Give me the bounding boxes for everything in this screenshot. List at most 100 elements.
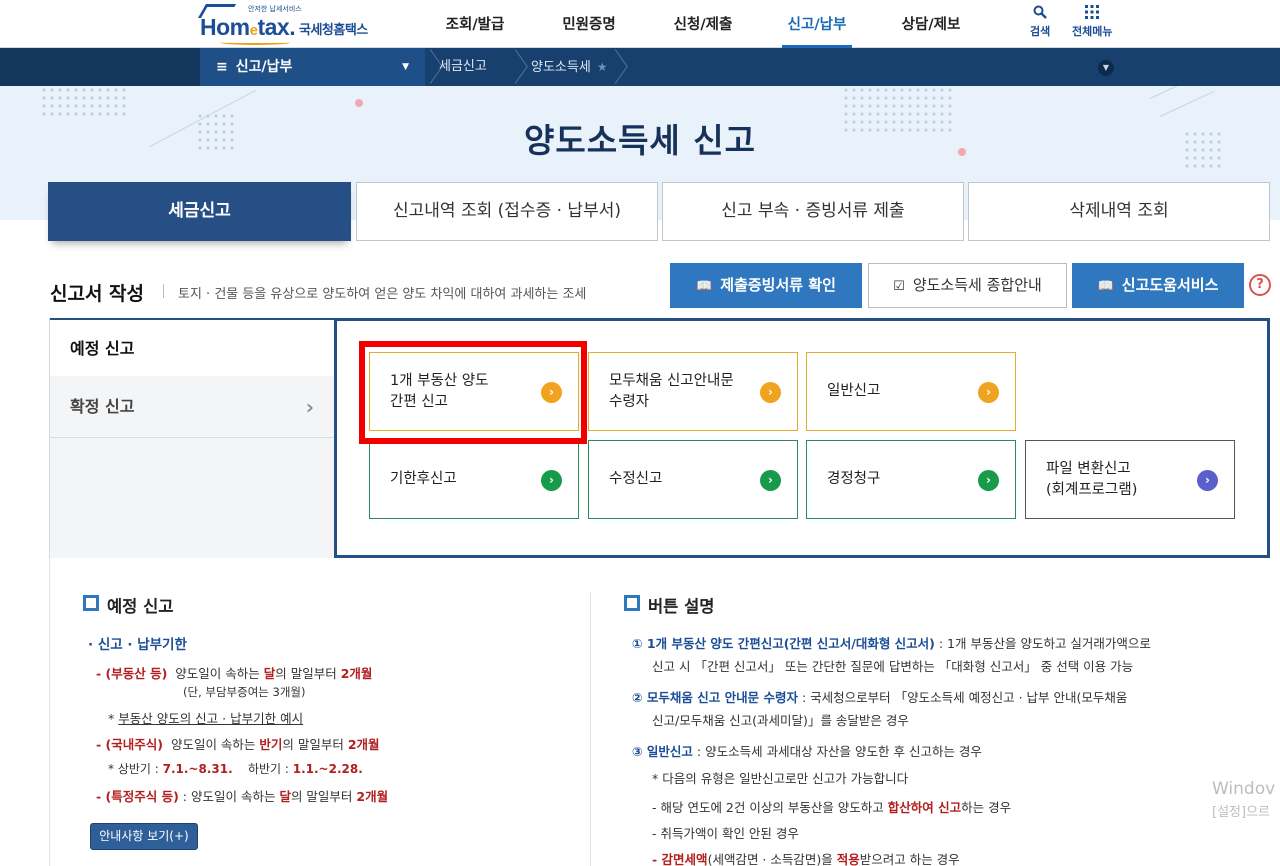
desc-text: - 해당 연도에 2건 이상의 부동산을 양도하고 — [652, 800, 888, 815]
breadcrumb-tax-filing[interactable]: 세금신고 — [439, 48, 487, 86]
desc-simple-filing: ① 1개 부동산 양도 간편신고(간편 신고서/대화형 신고서) : 1개 부동… — [632, 633, 1151, 652]
location-bar: ≡신고/납부 ▼ 세금신고 양도소득세★ ▼ — [0, 48, 1280, 86]
help-service-label: 신고도움서비스 — [1122, 276, 1219, 294]
desc-head: ③ 일반신고 — [632, 744, 693, 759]
tab-attachments[interactable]: 신고 부속 · 증빙서류 제출 — [662, 182, 964, 241]
first-half-value: 7.1.~8.31. — [163, 762, 233, 776]
real-estate-label: (부동산 등) — [106, 666, 168, 681]
main-navigation: 조회/발급 민원증명 신청/제출 신고/납부 상담/제보 — [418, 0, 988, 48]
option-label: 경정청구 — [827, 471, 880, 487]
desc-general-item2: - 취득가액이 확인 안된 경우 — [652, 823, 799, 842]
gnb-item-consultation[interactable]: 상담/제보 — [874, 0, 988, 48]
half-year-periods: * 상반기 : 7.1.~8.31. 하반기 : 1.1.~2.28. — [108, 760, 363, 777]
option-late-filing[interactable]: 기한후신고 › — [369, 440, 579, 519]
desc-dash: - — [652, 852, 662, 866]
option-label: 모두채움 신고안내문 — [609, 373, 734, 389]
left-tab-final-label: 확정 신고 — [70, 397, 134, 416]
chevron-down-icon[interactable]: ▼ — [1098, 60, 1114, 76]
logo-part-hom: Hom — [200, 14, 250, 40]
gnb-item-filing-payment[interactable]: 신고/납부 — [760, 0, 874, 48]
arrow-right-icon: › — [978, 470, 999, 491]
help-service-button[interactable]: 📖 신고도움서비스 — [1072, 263, 1244, 308]
option-file-conversion[interactable]: 파일 변환신고(회계프로그램) › — [1025, 440, 1235, 519]
all-menu-button[interactable]: 전체메뉴 — [1072, 5, 1112, 39]
breadcrumb-separator — [605, 48, 619, 86]
arrow-right-icon: › — [1197, 470, 1218, 491]
deadline-heading-text: 신고 · 납부기한 — [98, 637, 187, 653]
breadcrumb-current[interactable]: 양도소득세★ — [531, 48, 608, 86]
tab-tax-filing[interactable]: 세금신고 — [48, 182, 351, 241]
grid-menu-icon — [1072, 5, 1112, 23]
desc-head: ① 1개 부동산 양도 간편신고(간편 신고서/대화형 신고서) — [632, 636, 935, 651]
domestic-stock-deadline: - (국내주식) 양도일이 속하는 반기의 말일부터 2개월 — [96, 734, 380, 753]
section-description: 토지 · 건물 등을 유상으로 양도하여 얻은 양도 차익에 대하여 과세하는 … — [178, 283, 586, 302]
option-label: 기한후신고 — [390, 471, 457, 487]
chevron-right-icon: › — [306, 378, 314, 436]
gnb-item-application[interactable]: 신청/제출 — [646, 0, 760, 48]
desc-prefilled-line2: 신고/모두채움 신고(과세미달)」를 송달받은 경우 — [652, 710, 909, 729]
arrow-right-icon: › — [978, 382, 999, 403]
decorative-dot — [355, 99, 363, 107]
decorative-line — [1160, 91, 1215, 117]
desc-general: ③ 일반신고 : 양도소득세 과세대상 자산을 양도한 후 신고하는 경우 — [632, 741, 982, 760]
real-estate-deadline: - (부동산 등) 양도일이 속하는 달의 말일부터 2개월 — [96, 663, 372, 682]
real-estate-text: 의 말일부터 — [275, 666, 340, 681]
preliminary-info-title: 예정 신고 — [83, 593, 173, 617]
book-icon: 📖 — [1098, 264, 1114, 309]
gnb-item-inquiry[interactable]: 조회/발급 — [418, 0, 532, 48]
desc-general-item3: - 감면세액(세액감면 · 소득감면)을 적용받으려고 하는 경우 — [652, 849, 960, 866]
checkbox-icon: ☑ — [893, 265, 905, 308]
specific-stock-label: (특정주식 등) — [106, 789, 179, 804]
arrow-right-icon: › — [760, 470, 781, 491]
option-amended-filing[interactable]: 수정신고 › — [588, 440, 798, 519]
caret-down-icon: ▼ — [402, 48, 409, 86]
button-desc-title: 버튼 설명 — [624, 593, 714, 617]
square-bullet-icon — [83, 595, 99, 611]
column-divider — [590, 592, 591, 866]
logo-subtitle: 국세청홈택스 — [299, 19, 368, 38]
proof-docs-button[interactable]: 📖 제출증빙서류 확인 — [670, 263, 862, 308]
real-estate-example-link[interactable]: * 부동산 양도의 신고 · 납부기한 예시 — [108, 708, 303, 727]
specific-stock-months: 2개월 — [356, 789, 388, 804]
option-general-filing[interactable]: 일반신고 › — [806, 352, 1016, 431]
left-tab-preliminary[interactable]: 예정 신고 — [50, 318, 336, 376]
tab-filing-history[interactable]: 신고내역 조회 (접수증 · 납부서) — [356, 182, 658, 241]
second-half-value: 1.1.~2.28. — [293, 762, 363, 776]
left-tab-final[interactable]: 확정 신고 › — [50, 378, 336, 438]
option-refund-claim[interactable]: 경정청구 › — [806, 440, 1016, 519]
deadline-heading: · 신고 · 납부기한 — [88, 633, 187, 653]
gnb-item-certificates[interactable]: 민원증명 — [532, 0, 646, 48]
all-menu-label: 전체메뉴 — [1072, 25, 1112, 38]
search-button[interactable]: 검색 — [1030, 5, 1050, 39]
second-half-label: 하반기 : — [248, 762, 293, 776]
specific-stock-deadline: - (특정주식 등) : 양도일이 속하는 달의 말일부터 2개월 — [96, 786, 388, 805]
desc-emphasis: 합산하여 신고 — [888, 800, 961, 815]
section-divider — [163, 284, 164, 298]
desc-simple-filing-line2: 신고 시 「간편 신고서」 또는 간단한 질문에 답변하는 「대화형 신고서」 … — [652, 656, 1133, 675]
proof-docs-label: 제출증빙서류 확인 — [720, 276, 836, 294]
windows-watermark: Windov[설정]으르 — [1212, 778, 1275, 824]
desc-text: 받으려고 하는 경우 — [860, 852, 960, 866]
domestic-stock-text: 양도일이 속하는 — [171, 737, 259, 752]
guide-more-button[interactable]: 안내사항 보기(+) — [90, 823, 198, 850]
preliminary-info-title-text: 예정 신고 — [107, 597, 173, 616]
help-icon[interactable]: ? — [1249, 274, 1271, 296]
book-icon: 📖 — [696, 264, 712, 309]
option-label: 수정신고 — [609, 471, 662, 487]
arrow-right-icon: › — [541, 470, 562, 491]
filing-type-sidebar: 예정 신고 확정 신고 › — [49, 318, 335, 558]
overview-button[interactable]: ☑양도소득세 종합안내 — [868, 263, 1067, 308]
hometax-logo[interactable]: 안저한 납세서비스 Hometax. 국세청홈택스 — [200, 4, 390, 44]
section-menu-dropdown[interactable]: ≡신고/납부 ▼ — [200, 48, 425, 86]
real-estate-months: 2개월 — [341, 666, 373, 681]
desc-text: (세액감면 · 소득감면)을 — [708, 852, 837, 866]
domestic-stock-half: 반기 — [259, 737, 282, 752]
option-prefilled-notice[interactable]: 모두채움 신고안내문수령자 › — [588, 352, 798, 431]
tab-deleted-history[interactable]: 삭제내역 조회 — [968, 182, 1270, 241]
specific-stock-text: : 양도일이 속하는 — [179, 789, 280, 804]
domestic-stock-text: 의 말일부터 — [282, 737, 347, 752]
option-label: 일반신고 — [827, 383, 880, 399]
desc-text: : 국세청으로부터 「양도소득세 예정신고 · 납부 안내(모두채움 — [798, 690, 1127, 705]
desc-emphasis: 감면세액 — [662, 852, 708, 866]
desc-general-item1: - 해당 연도에 2건 이상의 부동산을 양도하고 합산하여 신고하는 경우 — [652, 797, 1011, 816]
